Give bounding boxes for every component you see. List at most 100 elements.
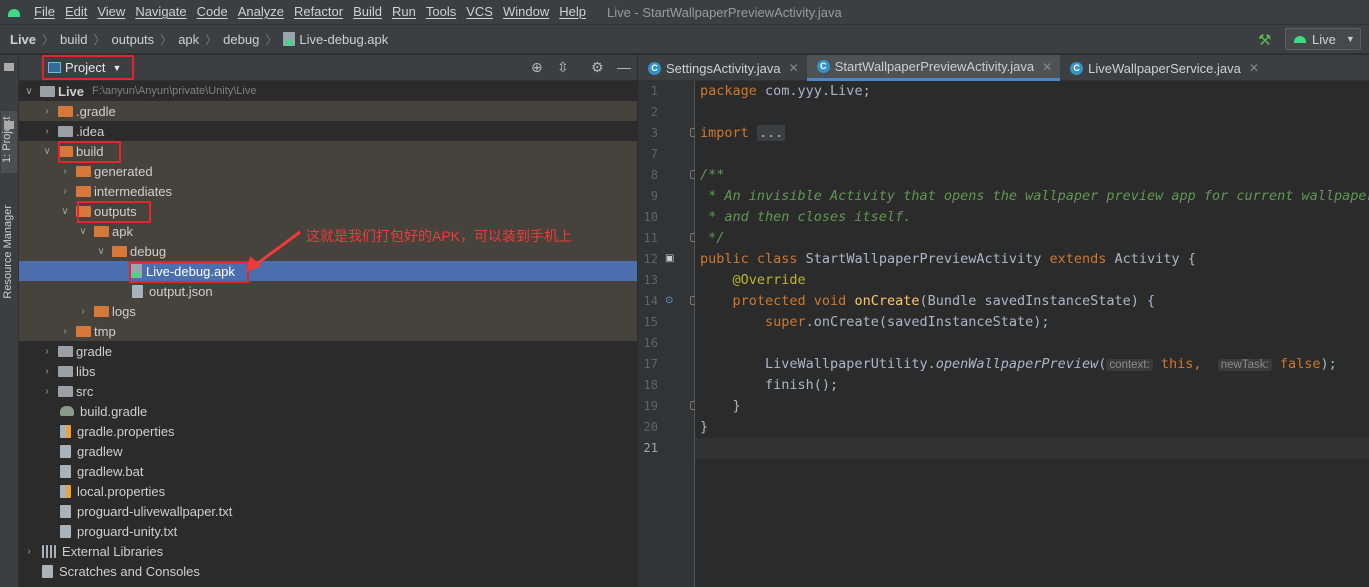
override-gutter-icon[interactable]: ⊙ (665, 295, 673, 306)
current-line-highlight (695, 438, 1369, 459)
chevron-down-icon[interactable]: ∨ (95, 246, 107, 257)
tree-row[interactable]: output.json (19, 281, 637, 301)
folder-icon (58, 125, 73, 137)
tree-row[interactable]: › src (19, 381, 637, 401)
close-icon[interactable]: ✕ (1249, 61, 1259, 75)
chevron-right-icon[interactable]: › (59, 166, 71, 177)
code-line-19: } (700, 419, 709, 435)
locate-crosshair-icon[interactable]: ⊕ (531, 59, 543, 76)
chevron-down-icon[interactable]: ∨ (23, 86, 35, 97)
tree-row[interactable]: proguard-unity.txt (19, 521, 637, 541)
chevron-right-icon[interactable]: › (41, 106, 53, 117)
code-editor[interactable]: package com.yyy.Live; import ... /** * A… (695, 81, 1369, 587)
tree-row[interactable]: › libs (19, 361, 637, 381)
tree-row[interactable]: › .idea (19, 121, 637, 141)
breadcrumb-separator-icon: 〉 (205, 32, 218, 47)
tree-row[interactable]: › .gradle (19, 101, 637, 121)
code-text: com.yyy.Live; (756, 83, 871, 99)
tree-row[interactable]: gradlew (19, 441, 637, 461)
menu-refactor[interactable]: Refactor (289, 0, 348, 24)
tree-row[interactable]: Live-debug.apk (19, 261, 637, 281)
folder-icon (76, 165, 91, 177)
breadcrumb-outputs[interactable]: outputs (112, 32, 155, 47)
keyword: public class (700, 251, 798, 267)
resource-manager-tab[interactable]: Resource Manager (2, 205, 14, 299)
close-icon[interactable]: ✕ (789, 61, 799, 75)
folder-icon (40, 85, 55, 97)
tree-row[interactable]: gradle.properties (19, 421, 637, 441)
project-view-dropdown[interactable]: Project ▼ (42, 55, 134, 80)
menu-file[interactable]: File (29, 0, 60, 24)
chevron-down-icon: ▼ (1345, 34, 1355, 44)
breadcrumb-live[interactable]: Live (10, 32, 36, 47)
tree-item-label: proguard-unity.txt (77, 523, 178, 539)
folded-imports[interactable]: ... (756, 125, 786, 141)
tab-live-wallpaper-service[interactable]: C LiveWallpaperService.java ✕ (1060, 55, 1267, 81)
breadcrumb-apk[interactable]: apk (178, 32, 199, 47)
tree-row[interactable]: › External Libraries (19, 541, 637, 561)
hammer-build-icon[interactable]: ⚒ (1258, 31, 1271, 49)
keyword: super (765, 314, 806, 330)
param-hint-context: context: (1106, 359, 1153, 371)
menu-run[interactable]: Run (387, 0, 421, 24)
chevron-down-icon[interactable]: ∨ (41, 146, 53, 157)
menu-navigate[interactable]: Navigate (130, 0, 191, 24)
tree-row[interactable]: build.gradle (19, 401, 637, 421)
tool-window-stripe: 1: Project Resource Manager (0, 55, 19, 587)
chevron-right-icon[interactable]: › (41, 366, 53, 377)
code-text: ); (1320, 356, 1337, 372)
breadcrumb-debug[interactable]: debug (223, 32, 259, 47)
tree-row[interactable]: Scratches and Consoles (19, 561, 637, 581)
menu-build[interactable]: Build (348, 0, 387, 24)
tree-row[interactable]: ∨ outputs (19, 201, 637, 221)
run-configuration-dropdown[interactable]: Live ▼ (1285, 28, 1361, 50)
tree-row[interactable]: › tmp (19, 321, 637, 341)
chevron-right-icon[interactable]: › (23, 546, 35, 557)
tree-item-label: gradle (76, 343, 113, 359)
folder-icon (76, 185, 91, 197)
chevron-right-icon[interactable]: › (41, 346, 53, 357)
breadcrumb-build[interactable]: build (60, 32, 87, 47)
script-file-icon (60, 444, 71, 458)
tree-row[interactable]: ∨ Live F:\anyun\Anyun\private\Unity\Live (19, 81, 637, 101)
collapse-all-icon[interactable]: ⇳ (557, 59, 569, 76)
chevron-right-icon[interactable]: › (59, 326, 71, 337)
chevron-right-icon[interactable]: › (77, 306, 89, 317)
menu-help[interactable]: Help (554, 0, 591, 24)
tree-row[interactable]: gradlew.bat (19, 461, 637, 481)
tree-item-label: tmp (94, 323, 116, 339)
tree-row[interactable]: local.properties (19, 481, 637, 501)
close-icon[interactable]: ✕ (1042, 60, 1052, 74)
menu-analyze[interactable]: Analyze (233, 0, 289, 24)
tree-row[interactable]: › gradle (19, 341, 637, 361)
minimize-icon[interactable]: — (617, 59, 631, 75)
class-name: StartWallpaperPreviewActivity (797, 251, 1050, 267)
project-view-label: Project (65, 60, 106, 75)
folder-icon (58, 385, 73, 397)
tree-item-label: generated (94, 163, 153, 179)
tab-start-wallpaper-preview-activity[interactable]: C StartWallpaperPreviewActivity.java ✕ (806, 55, 1061, 81)
chevron-down-icon[interactable]: ∨ (77, 226, 89, 237)
menu-window[interactable]: Window (498, 0, 554, 24)
line-number: 15 (643, 315, 658, 329)
tree-row[interactable]: › generated (19, 161, 637, 181)
menu-tools[interactable]: Tools (421, 0, 461, 24)
gear-icon[interactable]: ⚙ (591, 59, 604, 76)
chevron-right-icon[interactable]: › (41, 126, 53, 137)
menu-vcs[interactable]: VCS (461, 0, 498, 24)
chevron-right-icon[interactable]: › (59, 186, 71, 197)
android-activity-gutter-icon[interactable]: ▣ (665, 253, 674, 264)
annotation-override: @Override (732, 272, 806, 288)
menu-view[interactable]: View (92, 0, 130, 24)
menu-edit[interactable]: Edit (60, 0, 92, 24)
tree-row[interactable]: proguard-ulivewallpaper.txt (19, 501, 637, 521)
tree-row[interactable]: › logs (19, 301, 637, 321)
chevron-right-icon[interactable]: › (41, 386, 53, 397)
tab-settings-activity[interactable]: C SettingsActivity.java ✕ (638, 55, 807, 81)
menu-code[interactable]: Code (192, 0, 233, 24)
chevron-down-icon[interactable]: ∨ (59, 206, 71, 217)
tree-row[interactable]: › intermediates (19, 181, 637, 201)
tree-row[interactable]: ∨ build (19, 141, 637, 161)
tree-item-label: apk (112, 223, 133, 239)
breadcrumb-live-debug-apk[interactable]: Live-debug.apk (299, 32, 388, 47)
